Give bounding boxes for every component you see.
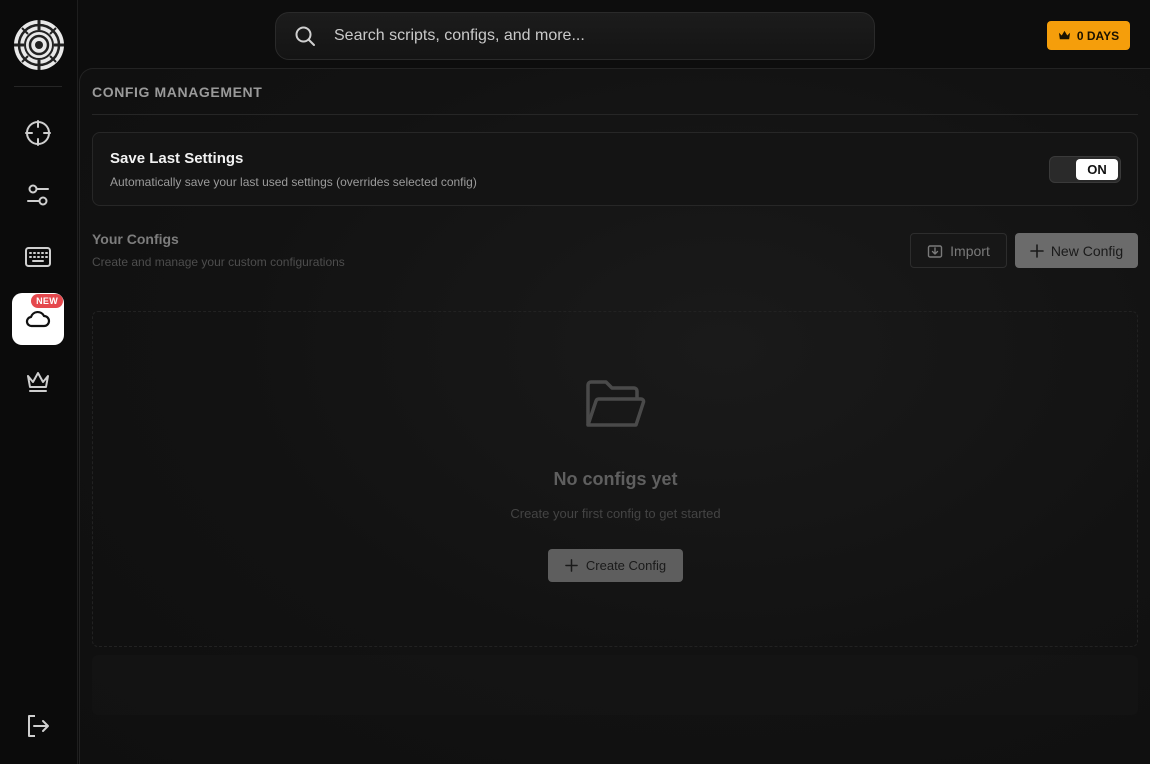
search-icon bbox=[295, 26, 315, 46]
search-input[interactable] bbox=[332, 26, 874, 46]
logout-button[interactable] bbox=[12, 700, 64, 752]
new-badge: NEW bbox=[31, 294, 63, 308]
sidebar: NEW bbox=[0, 0, 78, 764]
new-config-button[interactable]: New Config bbox=[1015, 233, 1138, 268]
create-config-label: Create Config bbox=[585, 558, 667, 573]
logout-icon bbox=[28, 715, 49, 737]
section-divider bbox=[92, 114, 1138, 115]
sidebar-item-premium[interactable] bbox=[12, 355, 64, 407]
crown-icon bbox=[1058, 30, 1070, 40]
main-panel: CONFIG MANAGEMENT Save Last Settings Aut… bbox=[79, 68, 1150, 764]
plus-icon bbox=[1030, 243, 1044, 258]
sidebar-divider bbox=[14, 86, 62, 87]
save-settings-card: Save Last Settings Automatically save yo… bbox=[92, 132, 1138, 206]
footer-band bbox=[92, 655, 1138, 715]
import-button[interactable]: Import bbox=[910, 233, 1007, 268]
page-title: CONFIG MANAGEMENT bbox=[92, 84, 263, 100]
import-label: Import bbox=[950, 242, 990, 259]
subscription-days-button[interactable]: 0 DAYS bbox=[1047, 21, 1130, 50]
search-bar[interactable] bbox=[275, 12, 875, 60]
import-icon bbox=[927, 244, 943, 258]
empty-state-title: No configs yet bbox=[553, 469, 678, 489]
keyboard-icon bbox=[25, 247, 51, 267]
logo-icon bbox=[14, 20, 64, 70]
crosshair-icon bbox=[25, 120, 51, 146]
configs-title: Your Configs bbox=[92, 231, 179, 247]
save-settings-toggle[interactable]: ON bbox=[1049, 156, 1121, 183]
sidebar-item-aim[interactable] bbox=[12, 107, 64, 159]
plus-icon bbox=[565, 559, 578, 572]
sidebar-item-settings[interactable] bbox=[12, 169, 64, 221]
empty-state-subtitle: Create your first config to get started bbox=[510, 506, 721, 521]
app-window: NEW 0 DAYS CONFIG MANAGEM bbox=[0, 0, 1150, 764]
logo[interactable] bbox=[12, 18, 66, 72]
new-config-label: New Config bbox=[1050, 242, 1124, 259]
toggle-label: ON bbox=[1076, 159, 1118, 180]
sidebar-item-keybinds[interactable] bbox=[12, 231, 64, 283]
configs-subtitle: Create and manage your custom configurat… bbox=[92, 255, 345, 269]
crown-icon bbox=[27, 372, 49, 392]
days-label: 0 DAYS bbox=[1076, 28, 1120, 43]
create-config-button[interactable]: Create Config bbox=[548, 549, 683, 582]
save-settings-title: Save Last Settings bbox=[110, 150, 244, 167]
save-settings-description: Automatically save your last used settin… bbox=[110, 175, 477, 189]
sliders-icon bbox=[27, 184, 49, 206]
sidebar-item-cloud[interactable]: NEW bbox=[12, 293, 64, 345]
cloud-icon bbox=[25, 310, 51, 328]
folder-open-icon bbox=[586, 380, 646, 427]
